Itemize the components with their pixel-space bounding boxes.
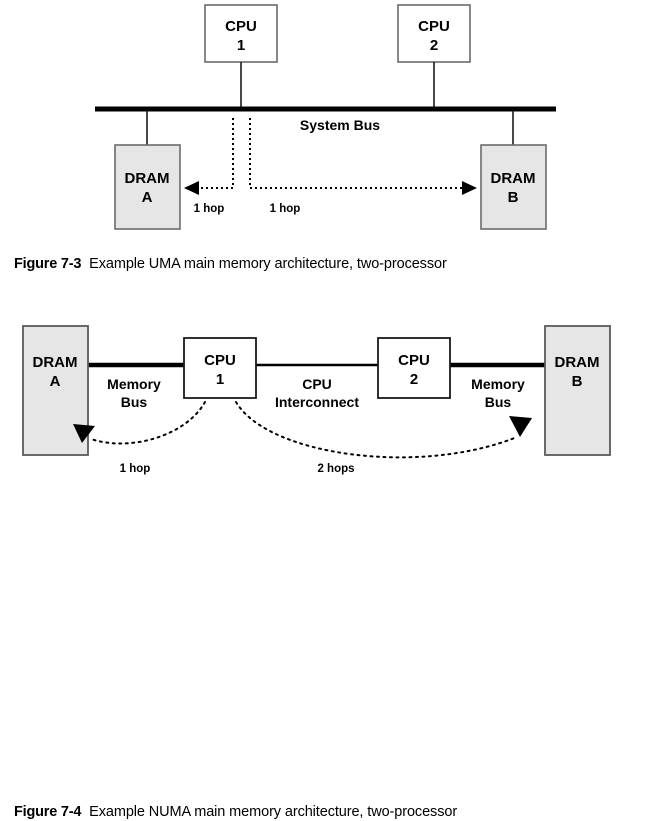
- numa-memory-bus-right-line2: Bus: [485, 394, 512, 410]
- numa-svg-canvas: DRAM A CPU 1 CPU 2 DRAM B Memory Bus CPU…: [22, 325, 611, 475]
- numa-memory-bus-right-label: Memory Bus: [471, 376, 525, 410]
- uma-dram-b-node: DRAM B: [480, 144, 547, 230]
- numa-dram-b-node: DRAM B: [544, 325, 611, 456]
- uma-hop-right-label: 1 hop: [270, 203, 301, 215]
- figure-uma-caption-text: Example UMA main memory architecture, tw…: [89, 256, 447, 272]
- numa-hop-right-arrowhead: [509, 416, 532, 437]
- uma-hop-left-arrow: [184, 118, 234, 195]
- uma-hop-left-dotted-path: [199, 118, 234, 189]
- figure-uma-caption-label: Figure 7-3: [14, 256, 82, 272]
- uma-dram-b-box: [480, 144, 547, 230]
- numa-cpu-interconnect-line1: CPU: [302, 376, 332, 392]
- figure-uma-caption: Figure 7-3 Example UMA main memory archi…: [14, 255, 666, 273]
- numa-cpu1-node: CPU 1: [183, 337, 257, 399]
- uma-cpu1-label-line1: CPU: [225, 18, 257, 35]
- numa-hop-left-label: 1 hop: [120, 463, 151, 475]
- numa-cpu1-label-line2: 1: [216, 371, 224, 388]
- uma-dram-a-label-line2: A: [142, 189, 153, 206]
- numa-dram-b-label-line1: DRAM: [555, 354, 600, 371]
- uma-dram-a-label-line1: DRAM: [125, 170, 170, 187]
- numa-dram-a-label-line1: DRAM: [33, 354, 78, 371]
- uma-cpu2-label-line2: 2: [430, 37, 438, 54]
- numa-hop-right-label: 2 hops: [317, 463, 354, 475]
- figure-numa-caption-text: Example NUMA main memory architecture, t…: [89, 804, 458, 820]
- numa-dram-b-box: [544, 325, 611, 456]
- figure-uma-diagram: CPU 1 CPU 2 System Bus DRAM A DRAM B 1 h…: [0, 0, 666, 285]
- numa-cpu2-label-line1: CPU: [398, 352, 430, 369]
- numa-cpu1-label-line1: CPU: [204, 352, 236, 369]
- uma-hop-left-label: 1 hop: [194, 203, 225, 215]
- uma-dram-a-box: [114, 144, 181, 230]
- numa-memory-bus-left-line1: Memory: [107, 376, 161, 392]
- uma-cpu1-node: CPU 1: [204, 4, 278, 63]
- figure-numa-diagram: DRAM A CPU 1 CPU 2 DRAM B Memory Bus CPU…: [0, 296, 666, 820]
- numa-cpu-interconnect-line2: Interconnect: [275, 394, 359, 410]
- numa-hop-left-dotted-curve: [90, 401, 206, 445]
- uma-svg-canvas: CPU 1 CPU 2 System Bus DRAM A DRAM B 1 h…: [95, 4, 556, 230]
- numa-dram-a-label-line2: A: [50, 373, 61, 390]
- numa-dram-a-node: DRAM A: [22, 325, 89, 456]
- uma-cpu1-label-line2: 1: [237, 37, 245, 54]
- uma-dram-a-node: DRAM A: [114, 144, 181, 230]
- uma-cpu2-label-line1: CPU: [418, 18, 450, 35]
- figure-page: CPU 1 CPU 2 System Bus DRAM A DRAM B 1 h…: [0, 0, 666, 820]
- uma-dram-b-label-line1: DRAM: [491, 170, 536, 187]
- numa-cpu-interconnect-label: CPU Interconnect: [275, 376, 359, 410]
- numa-memory-bus-left-line2: Bus: [121, 394, 148, 410]
- numa-memory-bus-right-line1: Memory: [471, 376, 525, 392]
- figure-numa-caption: Figure 7-4 Example NUMA main memory arch…: [14, 803, 666, 821]
- numa-memory-bus-left-label: Memory Bus: [107, 376, 161, 410]
- numa-cpu2-label-line2: 2: [410, 371, 418, 388]
- uma-dram-b-label-line2: B: [508, 189, 519, 206]
- numa-cpu2-node: CPU 2: [377, 337, 451, 399]
- numa-dram-b-label-line2: B: [572, 373, 583, 390]
- numa-dram-a-box: [22, 325, 89, 456]
- uma-hop-right-arrowhead: [462, 181, 477, 195]
- figure-numa-caption-label: Figure 7-4: [14, 804, 82, 820]
- uma-system-bus-label: System Bus: [300, 117, 380, 133]
- uma-hop-left-arrowhead: [184, 181, 199, 195]
- numa-hop-right-dotted-curve: [235, 401, 518, 459]
- numa-hop-right-arrow: [235, 401, 532, 459]
- uma-cpu2-node: CPU 2: [397, 4, 471, 63]
